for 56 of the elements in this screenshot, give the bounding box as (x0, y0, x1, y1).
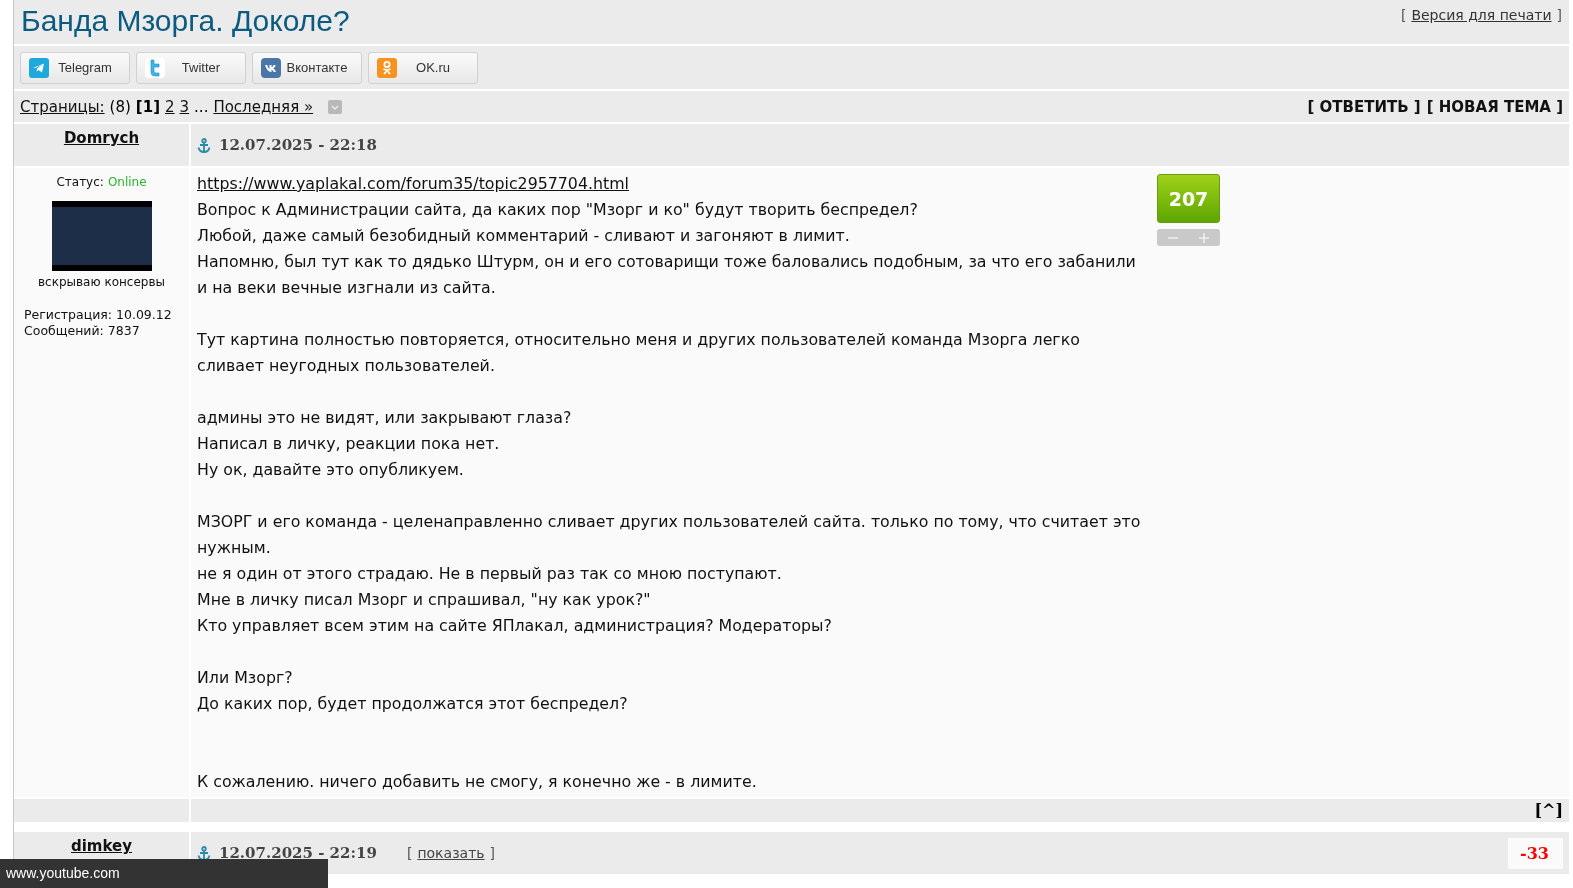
ellipsis: ... (194, 97, 209, 116)
post-text-line: Вопрос к Администрации сайта, да каких пор "Мзорг и ко" будут творить беспредел? (197, 199, 919, 221)
post-text-line: не я один от этого страдаю. Не в первый раз так со мною поступают. (197, 563, 783, 585)
share-button[interactable]: Вконтакте (252, 51, 362, 84)
post-text-line: МЗОРГ и его команда - целенаправленно сливает других пользователей сайта. только по тому, что считает это нужным. (197, 511, 1142, 559)
action-link[interactable]: [ ОТВЕТИТЬ ] (1307, 97, 1421, 116)
rating-score: 207 (1157, 174, 1220, 223)
share-button[interactable]: Telegram (20, 51, 130, 84)
bracket-text: ] (489, 845, 496, 861)
bracket-text: ] (1556, 7, 1562, 23)
post-text-line: Кто управляет всем этим на сайте ЯПлакал, администрация? Модераторы? (197, 615, 833, 637)
post-text-line: Написал в личку, реакции пока нет. (197, 433, 501, 455)
post-text-line: До каких пор, будет продолжатся этот беспредел? (197, 693, 629, 715)
post-text-line: админы это не видят, или закрывают глаза? (197, 407, 573, 429)
bracket-text: [ (1400, 7, 1407, 23)
message-count: Сообщений: 7837 (24, 323, 141, 339)
vk-logo-icon (261, 57, 281, 78)
page-link[interactable]: 3 (179, 97, 190, 116)
paper-plane-icon (29, 57, 49, 78)
ok-logo-icon (377, 57, 397, 78)
share-button[interactable]: OK.ru (368, 51, 478, 84)
back-to-top-link[interactable]: [^] (1534, 801, 1563, 820)
bird-letter-icon (145, 57, 165, 78)
post-date: 12.07.2025 - 22:18 (219, 136, 377, 154)
post-date: 12.07.2025 - 22:19 (219, 844, 377, 862)
status-value: Online (107, 175, 147, 189)
share-button[interactable]: Twitter (136, 51, 246, 84)
anchor-icon (197, 137, 211, 153)
page-count: (8) (109, 97, 131, 116)
topic-title: Банда Мзорга. Доколе? (21, 4, 350, 38)
topic-link[interactable]: https://www.yaplakal.com/forum35/topic2957704.html (197, 174, 629, 193)
registration-date: Регистрация: 10.09.12 (24, 307, 172, 323)
author-link[interactable]: dimkey (70, 837, 132, 855)
anchor-icon (197, 845, 211, 861)
show-link[interactable]: показать (417, 845, 485, 861)
vote-minus-plus-icon[interactable] (1157, 229, 1220, 246)
post-text-line: Мне в личку писал Мзорг и спрашивал, "ну как урок?" (197, 589, 652, 611)
post-text-line: К сожалению. ничего добавить не смогу, я конечно же - в лимите. (197, 771, 758, 793)
print-version-link[interactable]: Версия для печати (1411, 7, 1552, 23)
status-label: Статус: (56, 175, 104, 189)
bracket-text: [ (406, 845, 413, 861)
pages-link[interactable]: Страницы: (20, 97, 105, 116)
post-text-line: Напомню, был тут как то дядько Штурм, он и его сотоварищи тоже баловались подобным, за что его забанили и на веки вечные изгнали из сайта. (197, 251, 1137, 299)
avatar-caption: вскрываю консервы (38, 275, 165, 289)
author-link[interactable]: Domrych (63, 129, 140, 147)
post-text-line: Любой, даже самый безобидный комментарий - сливают и загоняют в лимит. (197, 225, 851, 247)
current-page: [1] (135, 97, 160, 116)
last-page-link[interactable]: Последняя » (213, 97, 314, 116)
post-text-line: Ну ок, давайте это опубликуем. (197, 459, 465, 481)
dropdown-icon[interactable] (328, 99, 343, 114)
post-text-line: Или Мзорг? (197, 667, 294, 689)
rating-score: -33 (1508, 837, 1563, 869)
page-link[interactable]: 2 (165, 97, 175, 116)
action-link[interactable]: [ НОВАЯ ТЕМА ] (1426, 97, 1563, 116)
post-text-line: Тут картина полностью повторяется, относительно меня и других пользователей команда Мзорга легко сливает неугодных пользователей. (197, 329, 1081, 377)
link-status-tooltip: www.youtube.com (0, 859, 328, 888)
